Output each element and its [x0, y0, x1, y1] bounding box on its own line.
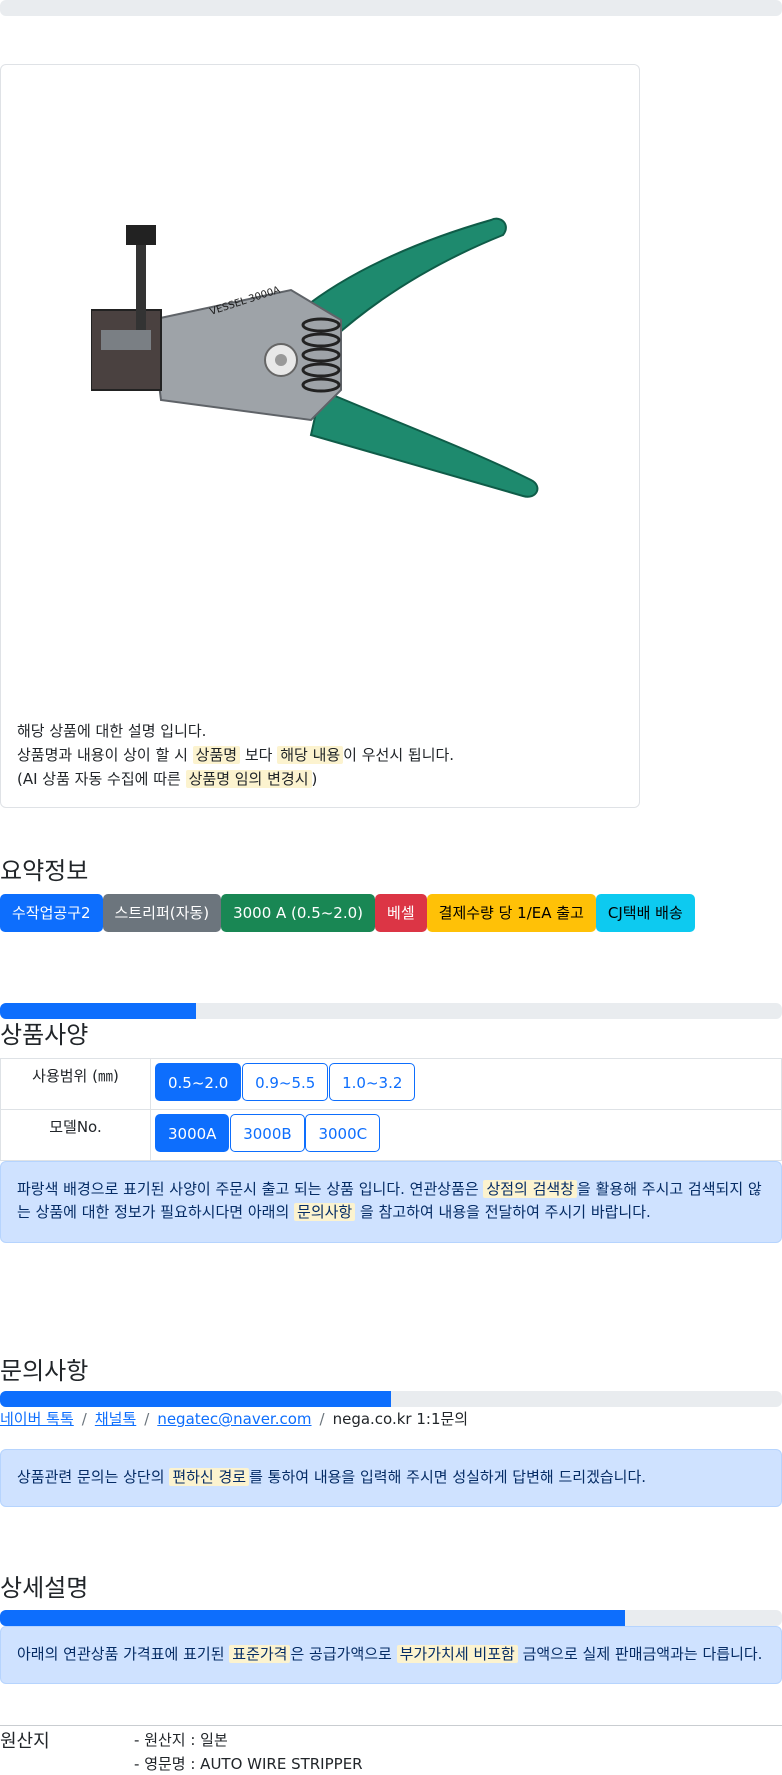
- badge-category: 수작업공구2: [0, 894, 103, 932]
- inquiry-notice: 상품관련 문의는 상단의 편하신 경로 를 통하여 내용을 입력해 주시면 성실하…: [0, 1449, 782, 1507]
- highlight-search: 상점의 검색창: [483, 1180, 578, 1198]
- spec-notice: 파랑색 배경으로 표기된 사양이 주문시 출고 되는 상품 입니다. 연관상품은…: [0, 1161, 782, 1243]
- spec-progress-bar: [0, 1003, 782, 1019]
- model-option-3000a[interactable]: 3000A: [155, 1114, 230, 1152]
- highlight-name-change: 상품명 임의 변경시: [185, 770, 312, 788]
- highlight-standard-price: 표준가격: [229, 1645, 291, 1663]
- range-option-0.5-2.0[interactable]: 0.5~2.0: [155, 1063, 242, 1101]
- link-channel-talk[interactable]: 채널톡: [95, 1410, 136, 1428]
- desc-line-3: (AI 상품 자동 수집에 따른 상품명 임의 변경시): [17, 770, 318, 788]
- model-option-3000b[interactable]: 3000B: [230, 1114, 305, 1152]
- spec-options-model: 3000A 3000B 3000C: [150, 1109, 782, 1161]
- spec-options-range: 0.5~2.0 0.9~5.5 1.0~3.2: [150, 1058, 782, 1110]
- spec-label-model: 모델No.: [0, 1109, 151, 1161]
- site-inquiry-text: nega.co.kr 1:1문의: [332, 1410, 469, 1428]
- spec-title: 상품사양: [0, 1021, 89, 1049]
- badge-brand: 베셀: [375, 894, 427, 932]
- summary-title: 요약정보: [0, 857, 89, 885]
- range-option-1.0-3.2[interactable]: 1.0~3.2: [329, 1063, 416, 1101]
- origin-divider: [0, 1725, 782, 1726]
- product-description: 해당 상품에 대한 설명 입니다. 상품명과 내용이 상이 할 시 상품명 보다…: [17, 719, 454, 791]
- product-image: VESSEL 3000A: [91, 217, 539, 498]
- desc-line-1: 해당 상품에 대한 설명 입니다.: [17, 722, 207, 740]
- inquiry-breadcrumb: 네이버 톡톡 / 채널톡 / negatec@naver.com / nega.co.kr …: [0, 1410, 469, 1428]
- detail-progress-bar: [0, 1610, 782, 1626]
- badge-model: 3000 A (0.5~2.0): [221, 894, 376, 932]
- detail-notice: 아래의 연관상품 가격표에 표기된 표준가격 은 공급가액으로 부가가치세 비포함…: [0, 1626, 782, 1684]
- inquiry-progress-bar: [0, 1391, 782, 1407]
- link-naver-talk[interactable]: 네이버 톡톡: [0, 1410, 74, 1428]
- highlight-vat-excluded: 부가가치세 비포함: [396, 1645, 518, 1663]
- origin-list: 원산지 : 일본 영문명 : AUTO WIRE STRIPPER: [134, 1728, 363, 1775]
- spec-row-range: 사용범위 (㎜) 0.5~2.0 0.9~5.5 1.0~3.2: [0, 1058, 782, 1110]
- product-card: VESSEL 3000A 해당 상품에 대한 설명 입니다. 상품명과 내용이 …: [0, 64, 640, 808]
- model-option-3000c[interactable]: 3000C: [305, 1114, 381, 1152]
- badge-shipping: CJ택배 배송: [595, 894, 695, 932]
- inquiry-title: 문의사항: [0, 1357, 89, 1385]
- badge-type: 스트리퍼(자동): [102, 894, 222, 932]
- origin-country: 원산지 : 일본: [134, 1728, 363, 1752]
- desc-line-2: 상품명과 내용이 상이 할 시 상품명 보다 해당 내용 이 우선시 됩니다.: [17, 746, 455, 764]
- summary-badges: 수작업공구2 스트리퍼(자동) 3000 A (0.5~2.0) 베셀 결제수량…: [0, 894, 695, 932]
- origin-label: 원산지: [0, 1731, 50, 1752]
- highlight-route: 편하신 경로: [169, 1468, 250, 1486]
- spec-table: 사용범위 (㎜) 0.5~2.0 0.9~5.5 1.0~3.2 모델No. 3…: [0, 1058, 782, 1161]
- highlight-inquiry: 문의사항: [294, 1203, 356, 1221]
- range-option-0.9-5.5[interactable]: 0.9~5.5: [242, 1063, 329, 1101]
- origin-english-name: 영문명 : AUTO WIRE STRIPPER: [134, 1752, 362, 1775]
- highlight-content: 해당 내용: [277, 746, 344, 764]
- top-progress-bar: [0, 0, 782, 16]
- detail-title: 상세설명: [0, 1574, 89, 1602]
- spec-label-range: 사용범위 (㎜): [0, 1058, 151, 1110]
- link-email[interactable]: negatec@naver.com: [157, 1410, 311, 1428]
- highlight-product-name: 상품명: [192, 746, 241, 764]
- spec-row-model: 모델No. 3000A 3000B 3000C: [0, 1109, 782, 1161]
- badge-quantity: 결제수량 당 1/EA 출고: [426, 894, 596, 932]
